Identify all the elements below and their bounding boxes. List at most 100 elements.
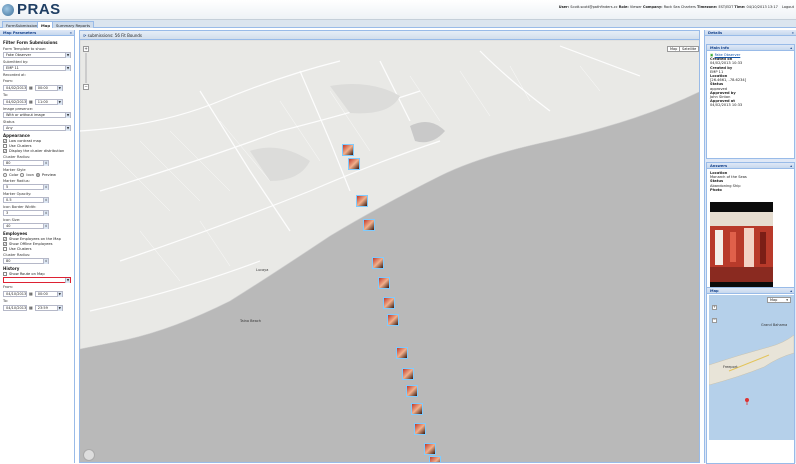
icon-size-spinner[interactable]: 40 ⇕ [3,223,49,229]
chevron-down-icon[interactable]: ▼ [56,100,62,105]
spinner-icon[interactable]: ⇕ [43,198,48,203]
checkbox-checked-icon[interactable]: ✓ [3,139,7,143]
zoom-out-icon[interactable]: − [83,84,89,90]
calendar-icon[interactable]: ▦ [29,291,33,296]
spinner-icon[interactable]: ⇕ [43,259,48,264]
chevron-down-icon[interactable]: ▼ [65,113,70,118]
chevron-down-icon[interactable]: ▼ [65,278,70,283]
spinner-icon[interactable]: ⇕ [43,224,48,229]
spinner-icon[interactable]: ⇕ [43,211,48,216]
low-contrast-checkbox[interactable]: ✓ Low contrast map [3,139,71,143]
radio-color[interactable] [3,173,7,177]
image-presence-select[interactable]: With or without image ▼ [3,112,71,118]
panel-title-text: Map Parameters [3,31,37,35]
zoom-out-icon[interactable]: − [712,318,717,323]
route-employee-select[interactable]: ▼ [3,277,71,283]
submitted-by-label: Submitted by: [3,60,29,64]
top-bar: PRAS User: Scott.scott@pathfinders.cc Ro… [0,0,796,20]
satellite-type-button[interactable]: Satellite [679,46,699,52]
chevron-down-icon[interactable]: ▼ [65,53,70,58]
photo-marker[interactable] [411,403,423,415]
photo-marker[interactable] [396,347,408,359]
history-from-time[interactable]: 00:00 ▼ [34,291,63,297]
calendar-icon[interactable]: ▦ [29,85,33,90]
checkbox-checked-icon[interactable]: ✓ [3,149,7,153]
show-employees-checkbox[interactable]: ✓ Show Employees on the Map [3,237,71,241]
chevron-down-icon[interactable]: ▼ [65,126,70,131]
radio-preview[interactable] [35,173,40,177]
collapse-icon[interactable]: » [792,31,794,35]
spinner-icon[interactable]: ⇕ [43,161,48,166]
photo-marker[interactable] [424,443,436,455]
tab-summary-reports[interactable]: Summary Reports [52,21,95,28]
photo-marker[interactable] [414,423,426,435]
history-to-date[interactable]: 04/10/2013 [3,305,27,311]
zoom-control[interactable]: + − [83,46,89,91]
show-offline-label: Show Offline Employees [9,242,53,246]
to-time-select[interactable]: 11:00 ▼ [34,99,63,105]
display-distribution-checkbox[interactable]: ✓ Display the cluster distribution [3,149,71,153]
photo-marker[interactable] [402,368,414,380]
chevron-down-icon[interactable]: ▼ [56,86,62,91]
status-select[interactable]: Any ▼ [3,125,71,131]
collapse-icon[interactable]: ▴ [790,164,792,168]
spinner-icon[interactable]: ⇕ [43,185,48,190]
photo-marker[interactable] [356,195,368,207]
style-icon-label: Icon [26,173,34,177]
collapse-icon[interactable]: ▴ [790,46,792,50]
company-value: Rock Sea Charters [663,5,696,9]
history-to-time[interactable]: 23:59 ▼ [34,305,63,311]
icon-border-spinner[interactable]: 3 ⇕ [3,210,49,216]
calendar-icon[interactable]: ▦ [29,305,33,310]
chevron-down-icon[interactable]: ▼ [65,66,70,71]
from-date-input[interactable]: 04/02/2013 [3,85,27,91]
show-route-label: Show Route on Map [9,272,45,276]
photo-marker[interactable] [363,219,375,231]
mini-zoom-control[interactable]: + − [712,305,717,335]
emp-cluster-radius-spinner[interactable]: 80 ⇕ [3,258,49,264]
photo-marker[interactable] [348,158,360,170]
to-date-input[interactable]: 04/02/2013 [3,99,27,105]
photo-marker[interactable] [372,257,384,269]
mini-map[interactable]: Map ▾ + − Grand Bahama Freeport [709,295,794,440]
map-canvas[interactable] [80,31,700,463]
refresh-icon[interactable]: ⟳ [83,33,86,38]
map-view[interactable]: ⟳ submissions: 56 Fit Bounds Map Satelli… [79,30,700,463]
mini-map-type-select[interactable]: Map ▾ [767,297,791,303]
zoom-in-icon[interactable]: + [712,305,717,310]
main-info-title: Main Info ▴ [707,45,794,51]
submitted-by-select[interactable]: EMP 11 ▼ [3,65,71,71]
from-time-select[interactable]: 00:00 ▼ [34,85,63,91]
collapse-icon[interactable]: ▴ [790,289,792,293]
checkbox-checked-icon[interactable]: ✓ [3,237,7,241]
show-offline-checkbox[interactable]: ✓ Show Offline Employees [3,242,71,246]
use-clusters-checkbox[interactable]: Use Clusters [3,144,71,148]
photo-marker[interactable] [383,297,395,309]
chevron-down-icon[interactable]: ▼ [56,306,62,311]
zoom-slider[interactable] [85,53,87,83]
collapse-icon[interactable]: « [70,31,72,35]
chevron-down-icon[interactable]: ▾ [786,298,788,303]
cluster-radius-spinner[interactable]: 80 ⇕ [3,160,49,166]
photo-marker[interactable] [378,277,390,289]
chevron-down-icon[interactable]: ▼ [56,292,62,297]
radio-icon[interactable] [20,173,25,177]
photo-marker[interactable] [406,385,418,397]
checkbox-icon[interactable] [3,144,7,148]
calendar-icon[interactable]: ▦ [29,99,33,104]
logout-link[interactable]: Logout [782,5,794,9]
checkbox-checked-icon[interactable]: ✓ [3,242,7,246]
photo-marker[interactable] [387,314,399,326]
photo-marker[interactable] [342,144,354,156]
zoom-in-icon[interactable]: + [83,46,89,52]
employee-clusters-checkbox[interactable]: Use Clusters [3,247,71,251]
marker-radius-spinner[interactable]: 5 ⇕ [3,184,49,190]
marker-opacity-spinner[interactable]: 0.5 ⇕ [3,197,49,203]
history-from-date[interactable]: 04/10/2013 [3,291,27,297]
show-route-checkbox[interactable]: Show Route on Map [3,272,71,276]
form-template-select[interactable]: Fake Observer ▼ [3,52,71,58]
photo-marker[interactable] [429,456,441,462]
checkbox-icon[interactable] [3,272,7,276]
checkbox-icon[interactable] [3,247,7,251]
icon-size-label: Icon Size: [3,218,21,222]
